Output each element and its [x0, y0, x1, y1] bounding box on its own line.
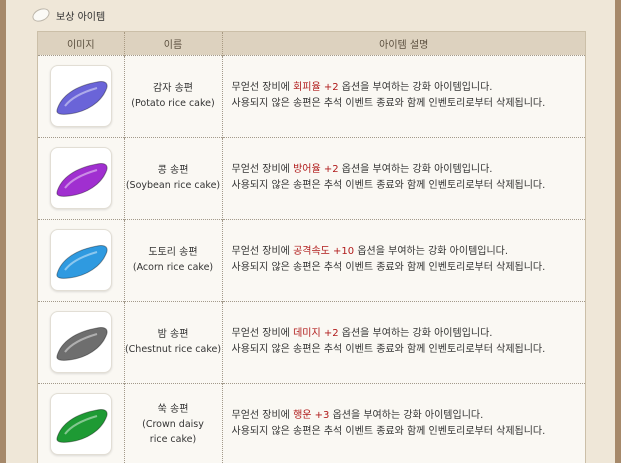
header-name: 이름 [124, 32, 223, 55]
rice-cake-icon [56, 163, 108, 197]
item-thumbnail [49, 147, 112, 209]
item-description-cell: 무얻선 장비에 데미지 +2 옵션을 부여하는 강화 아이템입니다. 사용되지 않… [222, 300, 586, 383]
description-line-2: 사용되지 않은 송편은 추석 이벤트 종료와 함께 인벤토리로부터 삭제됩니다. [231, 426, 546, 438]
item-description-cell: 무얻선 장비에 공격속도 +10 옵션을 부여하는 강화 아이템입니다. 사용되지… [222, 218, 586, 301]
description-stat-highlight: 데미지 +2 [293, 328, 339, 339]
table-row: 쑥 송편 (Crown daisy rice cake) 무얻선 장비에 행운 +3 … [38, 382, 586, 463]
item-name-korean: 밤 송편 [157, 329, 189, 340]
item-thumbnail [49, 393, 112, 456]
item-name-korean: 도토리 송편 [148, 247, 198, 258]
rice-cake-icon [56, 81, 108, 115]
rice-cake-icon [56, 409, 108, 444]
section-title: 보상 아이템 [56, 11, 106, 23]
header-image: 이미지 [38, 32, 125, 55]
description-prefix: 무얻선 장비에 [231, 246, 294, 257]
table-row: 도토리 송편 (Acorn rice cake) 무얻선 장비에 공격속도 +10 … [38, 218, 586, 301]
item-name-korean: 감자 송편 [153, 83, 193, 94]
description-line-2: 사용되지 않은 송편은 추석 이벤트 종료와 함께 인벤토리로부터 삭제됩니다. [231, 262, 546, 273]
description-suffix: 옵션을 부여하는 강화 아이템입니다. [354, 246, 509, 257]
description-line-1: 무얻선 장비에 공격속도 +10 옵션을 부여하는 강화 아이템입니다. [232, 244, 586, 260]
rice-cake-icon [56, 245, 108, 279]
item-thumbnail [49, 311, 112, 373]
description-suffix: 옵션을 부여하는 강화 아이템입니다. [338, 82, 493, 93]
table-row: 밤 송편 (Chestnut rice cake) 무얻선 장비에 데미지 +2 옵… [38, 300, 586, 383]
item-image-cell [38, 218, 125, 301]
item-thumbnail [49, 229, 112, 291]
description-suffix: 옵션을 부여하는 강화 아이템입니다. [338, 164, 493, 175]
header-description: 아이템 설명 [379, 39, 429, 51]
description-line-1: 무얻선 장비에 데미지 +2 옵션을 부여하는 강화 아이템입니다. [232, 326, 586, 342]
frame-left-border [0, 0, 6, 463]
item-description-cell: 무얻선 장비에 행운 +3 옵션을 부여하는 강화 아이템입니다. 사용되지 않은… [222, 382, 586, 463]
description-stat-highlight: 행운 +3 [293, 410, 330, 422]
reward-items-table: 이미지 이름 아이템 설명 감자 송편 (Potato rice cake) 무얻선… [37, 31, 586, 463]
item-name-korean: 쑥 송편 [157, 403, 189, 415]
table-row: 콩 송편 (Soybean rice cake) 무얻선 장비에 방어율 +2 옵션… [38, 136, 586, 219]
item-name-english: (Acorn rice cake) [132, 262, 214, 273]
description-prefix: 무얻선 장비에 [231, 410, 294, 422]
item-name-english: (Soybean rice cake) [125, 180, 221, 191]
item-name-english-line2: rice cake) [149, 433, 197, 445]
item-image-cell [38, 54, 125, 137]
item-name-cell: 도토리 송편 (Acorn rice cake) [124, 218, 223, 301]
description-suffix: 옵션을 부여하는 강화 아이템입니다. [329, 410, 484, 422]
item-name-korean: 콩 송편 [157, 165, 189, 176]
description-prefix: 무얻선 장비에 [231, 328, 294, 339]
item-description-cell: 무얻선 장비에 회피율 +2 옵션을 부여하는 강화 아이템입니다. 사용되지 않… [222, 54, 586, 137]
item-name-cell: 감자 송편 (Potato rice cake) [124, 54, 223, 137]
item-name-cell: 쑥 송편 (Crown daisy rice cake) [124, 382, 223, 463]
item-image-cell [38, 300, 125, 383]
item-image-cell [38, 136, 125, 219]
section-header: 보상 아이템 [30, 5, 106, 25]
item-name-english: (Potato rice cake) [131, 98, 215, 109]
item-image-cell [38, 382, 125, 463]
description-line-2: 사용되지 않은 송편은 추석 이벤트 종료와 함께 인벤토리로부터 삭제됩니다. [231, 180, 546, 191]
description-prefix: 무얻선 장비에 [231, 82, 294, 93]
description-prefix: 무얻선 장비에 [231, 164, 294, 175]
description-line-1: 무얻선 장비에 회피율 +2 옵션을 부여하는 강화 아이템입니다. [232, 80, 586, 96]
description-line-1: 무얻선 장비에 방어율 +2 옵션을 부여하는 강화 아이템입니다. [232, 162, 586, 178]
item-name-cell: 콩 송편 (Soybean rice cake) [124, 136, 223, 219]
description-suffix: 옵션을 부여하는 강화 아이템입니다. [338, 328, 493, 339]
table-header-row: 이미지 이름 아이템 설명 [38, 32, 585, 55]
table-row: 감자 송편 (Potato rice cake) 무얻선 장비에 회피율 +2 옵션… [38, 54, 586, 137]
description-line-2: 사용되지 않은 송편은 추석 이벤트 종료와 함께 인벤토리로부터 삭제됩니다. [231, 344, 546, 355]
description-line-2: 사용되지 않은 송편은 추석 이벤트 종료와 함께 인벤토리로부터 삭제됩니다. [231, 98, 546, 109]
rice-cake-icon [30, 5, 52, 25]
rice-cake-icon [56, 327, 108, 361]
item-description-cell: 무얻선 장비에 방어율 +2 옵션을 부여하는 강화 아이템입니다. 사용되지 않… [222, 136, 586, 219]
description-stat-highlight: 공격속도 +10 [293, 246, 355, 257]
item-name-english: (Crown daisy [142, 418, 204, 430]
description-line-1: 무얻선 장비에 행운 +3 옵션을 부여하는 강화 아이템입니다. [232, 408, 586, 424]
frame-right-border [615, 0, 621, 463]
item-thumbnail [49, 65, 112, 127]
description-stat-highlight: 방어율 +2 [293, 164, 339, 175]
item-name-cell: 밤 송편 (Chestnut rice cake) [124, 300, 223, 383]
item-name-english: (Chestnut rice cake) [124, 344, 222, 355]
description-stat-highlight: 회피율 +2 [293, 82, 339, 93]
